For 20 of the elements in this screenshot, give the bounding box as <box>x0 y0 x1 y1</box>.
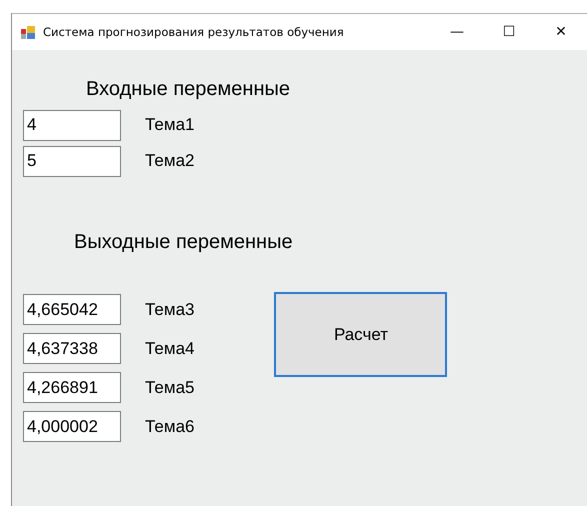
field-label: Тема2 <box>145 151 194 171</box>
section-heading: Выходные переменные <box>74 231 294 254</box>
section-heading: Входные переменные <box>86 78 292 101</box>
maximize-button[interactable]: ☐ <box>483 14 535 50</box>
app-icon <box>21 26 35 38</box>
input-field[interactable]: 5 <box>23 146 121 176</box>
input-field[interactable]: 4 <box>23 110 121 140</box>
output-field[interactable]: 4,266891 <box>23 372 121 403</box>
field-label: Тема3 <box>145 300 194 320</box>
field-label: Тема5 <box>145 378 194 398</box>
close-button[interactable]: ✕ <box>535 14 587 50</box>
calculate-button[interactable]: Расчет <box>274 292 448 377</box>
output-field[interactable]: 4,637338 <box>23 333 121 364</box>
field-label: Тема1 <box>145 115 194 135</box>
output-field[interactable]: 4,000002 <box>23 411 121 442</box>
field-label: Тема6 <box>145 416 194 436</box>
output-field[interactable]: 4,665042 <box>23 294 121 325</box>
field-label: Тема4 <box>145 338 194 358</box>
minimize-button[interactable]: — <box>431 14 483 50</box>
window-title: Система прогнозирования результатов обучения <box>43 25 344 39</box>
